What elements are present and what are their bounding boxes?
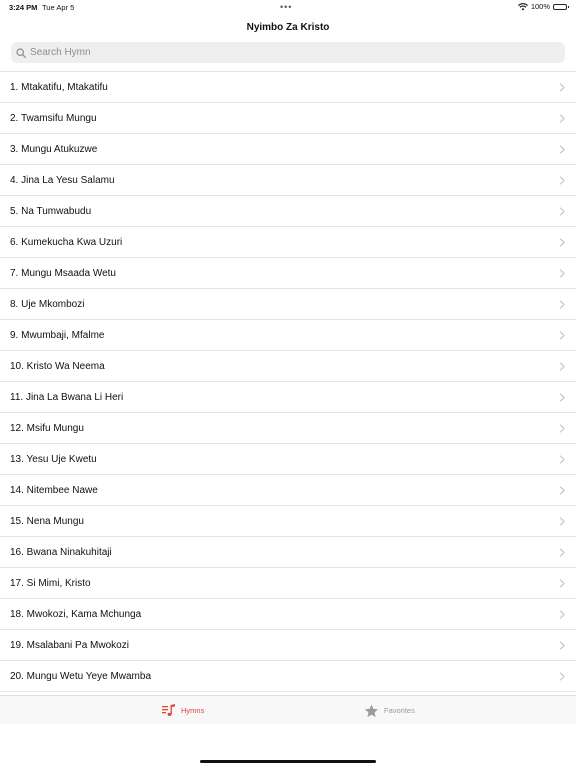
- chevron-right-icon: [559, 486, 565, 495]
- chevron-right-icon: [559, 579, 565, 588]
- hymn-title: 8. Uje Mkombozi: [10, 299, 85, 310]
- chevron-right-icon: [559, 641, 565, 650]
- hymn-row[interactable]: 12. Msifu Mungu: [0, 413, 576, 444]
- hymn-title: 10. Kristo Wa Neema: [10, 361, 105, 372]
- chevron-right-icon: [559, 176, 565, 185]
- tab-favorites[interactable]: Favorites: [364, 696, 415, 725]
- hymn-title: 12. Msifu Mungu: [10, 423, 84, 434]
- chevron-right-icon: [559, 610, 565, 619]
- hymn-row[interactable]: 9. Mwumbaji, Mfalme: [0, 320, 576, 351]
- battery-icon: [553, 3, 569, 10]
- chevron-right-icon: [559, 83, 565, 92]
- hymn-title: 13. Yesu Uje Kwetu: [10, 454, 97, 465]
- hymn-row[interactable]: 17. Si Mimi, Kristo: [0, 568, 576, 599]
- hymn-row[interactable]: 3. Mungu Atukuzwe: [0, 134, 576, 165]
- hymn-row[interactable]: 14. Nitembee Nawe: [0, 475, 576, 506]
- chevron-right-icon: [559, 517, 565, 526]
- chevron-right-icon: [559, 672, 565, 681]
- hymn-row[interactable]: 10. Kristo Wa Neema: [0, 351, 576, 382]
- hymn-row[interactable]: 7. Mungu Msaada Wetu: [0, 258, 576, 289]
- chevron-right-icon: [559, 548, 565, 557]
- hymn-title: 18. Mwokozi, Kama Mchunga: [10, 609, 142, 620]
- hymn-title: 17. Si Mimi, Kristo: [10, 578, 91, 589]
- status-time: 3:24 PM: [9, 3, 38, 12]
- chevron-right-icon: [559, 424, 565, 433]
- hymn-title: 4. Jina La Yesu Salamu: [10, 175, 115, 186]
- hymn-row[interactable]: 1. Mtakatifu, Mtakatifu: [0, 72, 576, 103]
- wifi-icon: [517, 2, 528, 10]
- hymn-row[interactable]: 15. Nena Mungu: [0, 506, 576, 537]
- chevron-right-icon: [559, 269, 565, 278]
- hymn-title: 6. Kumekucha Kwa Uzuri: [10, 237, 123, 248]
- hymn-title: 1. Mtakatifu, Mtakatifu: [10, 82, 108, 93]
- hymn-row[interactable]: 6. Kumekucha Kwa Uzuri: [0, 227, 576, 258]
- hymn-title: 14. Nitembee Nawe: [10, 485, 98, 496]
- search-icon: [16, 47, 26, 58]
- chevron-right-icon: [559, 300, 565, 309]
- status-bar: 3:24 PM Tue Apr 5 ••• 100%: [0, 0, 576, 14]
- hymn-title: 5. Na Tumwabudu: [10, 206, 92, 217]
- music-list-icon: [162, 704, 175, 716]
- search-bar[interactable]: [11, 42, 565, 63]
- hymn-row[interactable]: 4. Jina La Yesu Salamu: [0, 165, 576, 196]
- star-icon: [364, 704, 379, 717]
- hymn-title: 7. Mungu Msaada Wetu: [10, 268, 116, 279]
- chevron-right-icon: [559, 238, 565, 247]
- chevron-right-icon: [559, 207, 565, 216]
- chevron-right-icon: [559, 455, 565, 464]
- hymn-title: 16. Bwana Ninakuhitaji: [10, 547, 112, 558]
- tab-favorites-label: Favorites: [384, 706, 415, 715]
- chevron-right-icon: [559, 114, 565, 123]
- hymn-row[interactable]: 20. Mungu Wetu Yeye Mwamba: [0, 661, 576, 692]
- tab-hymns-label: Hymns: [181, 706, 205, 715]
- hymn-title: 9. Mwumbaji, Mfalme: [10, 330, 105, 341]
- hymn-title: 19. Msalabani Pa Mwokozi: [10, 640, 129, 651]
- hymn-row[interactable]: 11. Jina La Bwana Li Heri: [0, 382, 576, 413]
- hymn-title: 3. Mungu Atukuzwe: [10, 144, 98, 155]
- page-title: Nyimbo Za Kristo: [246, 22, 330, 33]
- hymn-title: 11. Jina La Bwana Li Heri: [10, 392, 124, 403]
- battery-percent: 100%: [530, 2, 550, 11]
- hymn-row[interactable]: 16. Bwana Ninakuhitaji: [0, 537, 576, 568]
- hymn-title: 2. Twamsifu Mungu: [10, 113, 97, 124]
- hymn-row[interactable]: 5. Na Tumwabudu: [0, 196, 576, 227]
- tab-bar: Hymns Favorites: [0, 695, 576, 724]
- home-indicator[interactable]: [200, 760, 376, 763]
- multitasking-dots-icon[interactable]: •••: [280, 2, 292, 12]
- hymn-row[interactable]: 13. Yesu Uje Kwetu: [0, 444, 576, 475]
- hymn-list: 1. Mtakatifu, Mtakatifu 2. Twamsifu Mung…: [0, 71, 576, 695]
- hymn-row[interactable]: 2. Twamsifu Mungu: [0, 103, 576, 134]
- tab-hymns[interactable]: Hymns: [162, 696, 204, 725]
- chevron-right-icon: [559, 145, 565, 154]
- chevron-right-icon: [559, 393, 565, 402]
- chevron-right-icon: [559, 331, 565, 340]
- hymn-row[interactable]: 18. Mwokozi, Kama Mchunga: [0, 599, 576, 630]
- hymn-title: 20. Mungu Wetu Yeye Mwamba: [10, 671, 152, 682]
- hymn-row[interactable]: 19. Msalabani Pa Mwokozi: [0, 630, 576, 661]
- hymn-title: 15. Nena Mungu: [10, 516, 84, 527]
- chevron-right-icon: [559, 362, 565, 371]
- hymn-row[interactable]: 8. Uje Mkombozi: [0, 289, 576, 320]
- search-input[interactable]: [30, 47, 550, 58]
- status-right: 100%: [517, 2, 569, 11]
- status-date: Tue Apr 5: [42, 3, 75, 12]
